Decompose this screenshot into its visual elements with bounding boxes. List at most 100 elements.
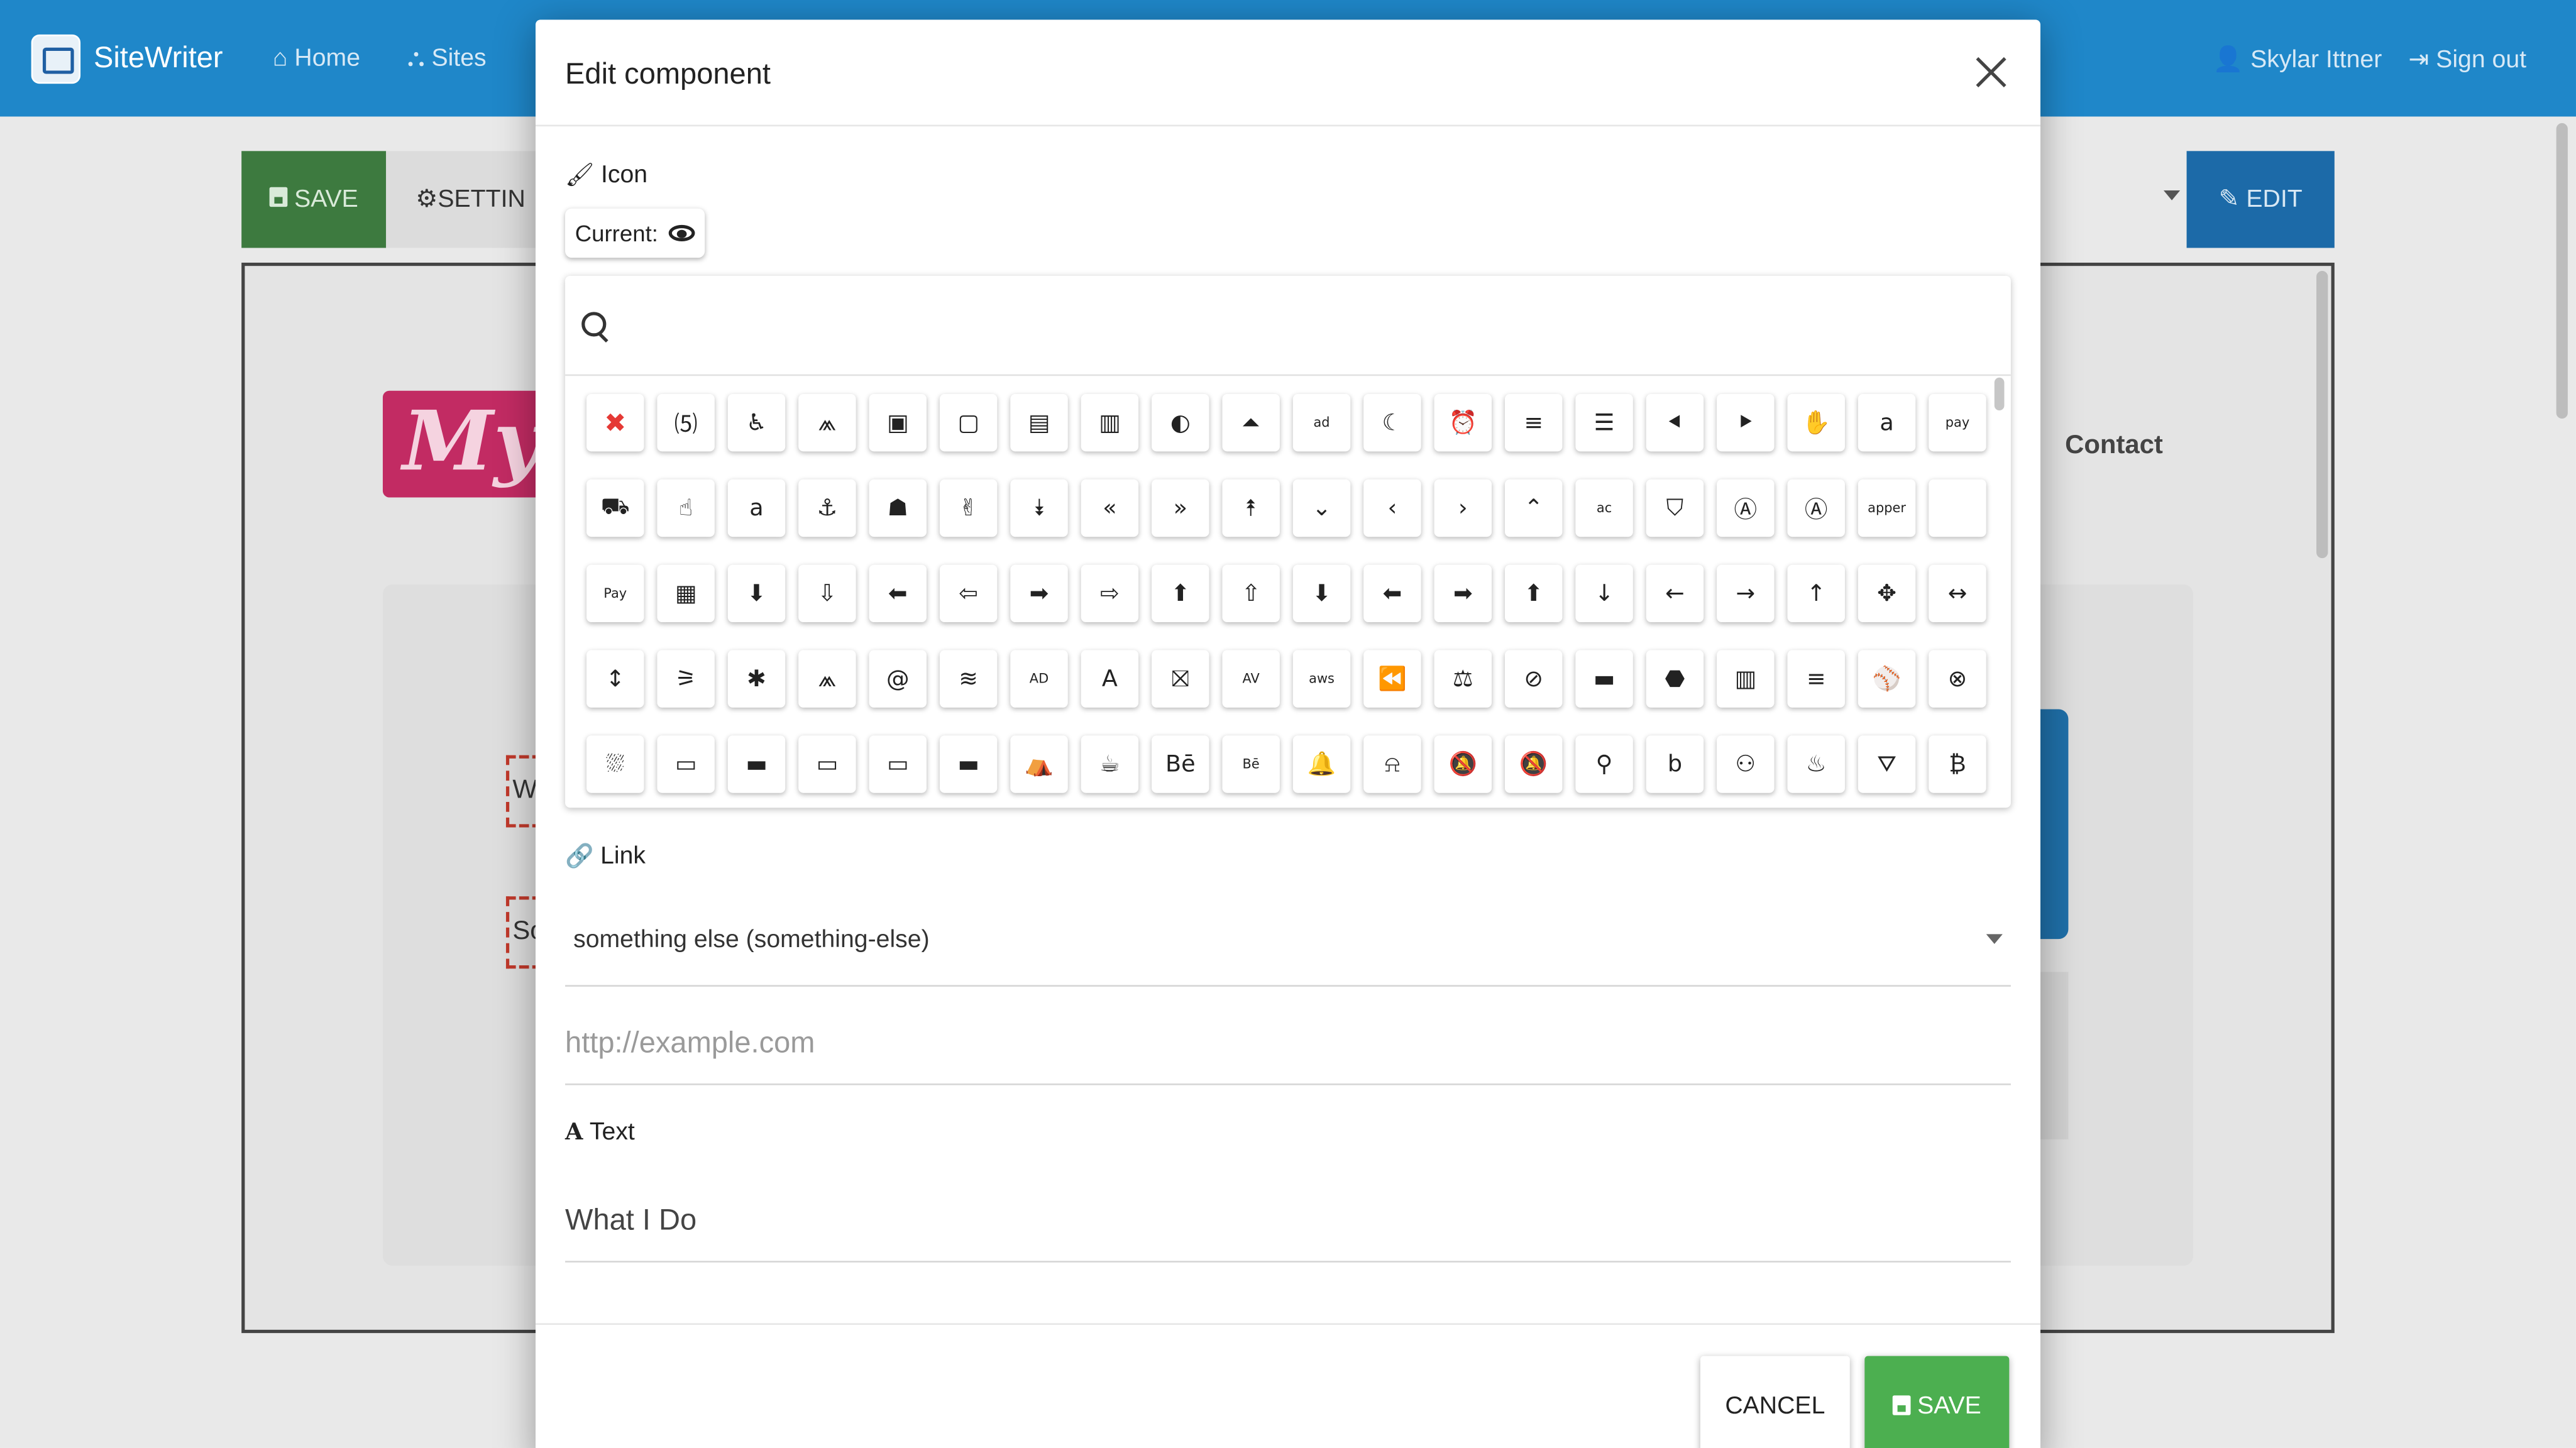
nav-signout-link[interactable]: ⇥ Sign out — [2408, 45, 2526, 74]
align-justify-icon[interactable]: ☰ — [1575, 393, 1633, 452]
battery-three-quarters-icon[interactable]: ▬ — [939, 735, 998, 793]
angrycreative-icon[interactable]: ac — [1575, 479, 1633, 537]
allergies-icon[interactable]: ✋ — [1787, 393, 1845, 452]
bitcoin-icon[interactable]: ₿ — [1929, 735, 1986, 793]
beer-icon[interactable]: ☕ — [1081, 735, 1139, 793]
arrow-alt-circle-right-icon[interactable]: ➡ — [1010, 564, 1068, 623]
barcode-icon[interactable]: ▥ — [1717, 650, 1775, 708]
accusoft-icon[interactable]: ⩕ — [798, 393, 856, 452]
asymmetrik-icon[interactable]: ⩕ — [798, 650, 856, 708]
arrows-alt-v-icon[interactable]: ↕ — [586, 650, 644, 708]
arrows-alt-icon[interactable]: ✥ — [1858, 564, 1916, 623]
address-book-icon[interactable]: ▣ — [869, 393, 927, 452]
bicycle-icon[interactable]: ⚲ — [1575, 735, 1633, 793]
battery-empty-icon[interactable]: ▭ — [657, 735, 715, 793]
angle-double-right-icon[interactable]: » — [1152, 479, 1209, 537]
arrow-alt-circle-left-outline-icon[interactable]: ⇦ — [939, 564, 998, 623]
editor-save-button[interactable]: SAVE — [241, 151, 387, 248]
autoprefixer-icon[interactable]: A — [1081, 650, 1139, 708]
asterisk-icon[interactable]: ✱ — [727, 650, 786, 708]
bars-icon[interactable]: ≡ — [1787, 650, 1845, 708]
500px-icon[interactable]: ⑸ — [657, 393, 715, 452]
bell-icon[interactable]: 🔔 — [1292, 735, 1351, 793]
bell-slash-icon[interactable]: 🔕 — [1434, 735, 1492, 793]
address-book-outline-icon[interactable]: ▢ — [939, 393, 998, 452]
icon-picker-scrollbar[interactable] — [1994, 377, 2005, 411]
audible-icon[interactable]: ≋ — [939, 650, 998, 708]
behance-icon[interactable]: Bē — [1152, 735, 1209, 793]
address-card-icon[interactable]: ▤ — [1010, 393, 1068, 452]
editor-edit-button[interactable]: ✎ EDIT — [2186, 151, 2335, 248]
nav-user-link[interactable]: 👤 Skylar Ittner — [2213, 45, 2382, 74]
angle-double-down-icon[interactable]: ⯯ — [1010, 479, 1068, 537]
icon-search-input[interactable] — [620, 302, 1975, 352]
cancel-button[interactable]: CANCEL — [1700, 1356, 1850, 1448]
angle-double-up-icon[interactable]: ⯭ — [1222, 479, 1280, 537]
birthday-cake-icon[interactable]: ♨ — [1787, 735, 1845, 793]
none-x-icon[interactable]: ✖ — [586, 393, 644, 452]
editor-settings-button[interactable]: ⚙SETTIN — [386, 151, 551, 248]
app-store-icon[interactable]: Ⓐ — [1717, 479, 1775, 537]
close-icon[interactable] — [1971, 53, 2011, 92]
amazon-icon[interactable]: a — [1858, 393, 1916, 452]
backward-icon[interactable]: ⏪ — [1363, 650, 1421, 708]
affiliatetheme-icon[interactable]: ☾ — [1363, 393, 1421, 452]
arrows-alt-h-icon[interactable]: ↔ — [1929, 564, 1986, 623]
app-store-ios-icon[interactable]: Ⓐ — [1787, 479, 1845, 537]
arrow-alt-circle-left-icon[interactable]: ⬅ — [869, 564, 927, 623]
angle-right-icon[interactable]: › — [1434, 479, 1492, 537]
arrow-alt-circle-down-icon[interactable]: ⬇ — [727, 564, 786, 623]
amazon-pay-icon[interactable]: pay — [1929, 393, 1986, 452]
address-card-outline-icon[interactable]: ▥ — [1081, 393, 1139, 452]
align-right-icon[interactable]: ⯈ — [1717, 393, 1775, 452]
angle-up-icon[interactable]: ⌃ — [1504, 479, 1563, 537]
basketball-ball-icon[interactable]: ⊗ — [1929, 650, 1986, 708]
aviato-icon[interactable]: AV — [1222, 650, 1280, 708]
american-sign-language-icon[interactable]: ☝ — [657, 479, 715, 537]
arrow-down-icon[interactable]: ↓ — [1575, 564, 1633, 623]
apple-icon[interactable] — [1929, 479, 1986, 537]
align-left-icon[interactable]: ⯇ — [1646, 393, 1704, 452]
bandcamp-icon[interactable]: ⬣ — [1646, 650, 1704, 708]
angle-double-left-icon[interactable]: « — [1081, 479, 1139, 537]
bath-icon[interactable]: ⛆ — [586, 735, 644, 793]
bell-outline-icon[interactable]: ⍾ — [1363, 735, 1421, 793]
apple-pay-icon[interactable]: Pay — [586, 564, 644, 623]
archive-icon[interactable]: ▦ — [657, 564, 715, 623]
audio-description-icon[interactable]: AD — [1010, 650, 1068, 708]
arrow-circle-down-icon[interactable]: ⬇ — [1292, 564, 1351, 623]
behance-square-icon[interactable]: Bē — [1222, 735, 1280, 793]
arrow-left-icon[interactable]: ← — [1646, 564, 1704, 623]
sitewriter-logo-icon[interactable] — [31, 34, 81, 84]
baseball-ball-icon[interactable]: ⚾ — [1858, 650, 1916, 708]
angular-icon[interactable]: ⛉ — [1646, 479, 1704, 537]
ban-icon[interactable]: ⊘ — [1504, 650, 1563, 708]
preview-scrollbar[interactable] — [2316, 271, 2328, 559]
arrow-alt-circle-right-outline-icon[interactable]: ⇨ — [1081, 564, 1139, 623]
battery-full-icon[interactable]: ▬ — [727, 735, 786, 793]
battery-half-icon[interactable]: ▭ — [798, 735, 856, 793]
band-aid-icon[interactable]: ▬ — [1575, 650, 1633, 708]
anchor-icon[interactable]: ⚓ — [798, 479, 856, 537]
accessible-icon[interactable]: ♿ — [727, 393, 786, 452]
arrow-alt-circle-up-outline-icon[interactable]: ⇧ — [1222, 564, 1280, 623]
adversal-icon[interactable]: ad — [1292, 393, 1351, 452]
balance-scale-icon[interactable]: ⚖ — [1434, 650, 1492, 708]
alarm-clock-icon[interactable]: ⏰ — [1434, 393, 1492, 452]
brand-name[interactable]: SiteWriter — [94, 41, 223, 75]
arrow-alt-circle-up-icon[interactable]: ⬆ — [1152, 564, 1209, 623]
aws-icon[interactable]: aws — [1292, 650, 1351, 708]
page-scrollbar[interactable] — [2556, 123, 2568, 419]
apper-icon[interactable]: apper — [1858, 479, 1916, 537]
bell-slash-outline-icon[interactable]: 🔕 — [1504, 735, 1563, 793]
save-button[interactable]: SAVE — [1864, 1356, 2010, 1448]
bitbucket-icon[interactable]: ⛛ — [1858, 735, 1916, 793]
page-select-caret-icon[interactable] — [2163, 190, 2181, 200]
angle-down-icon[interactable]: ⌄ — [1292, 479, 1351, 537]
arrow-circle-left-icon[interactable]: ⬅ — [1363, 564, 1421, 623]
avianex-icon[interactable]: ⛝ — [1152, 650, 1209, 708]
binoculars-icon[interactable]: ⚇ — [1717, 735, 1775, 793]
adjust-icon[interactable]: ◐ — [1152, 393, 1209, 452]
nav-sites-link[interactable]: ⛬ Sites — [407, 45, 487, 72]
arrow-up-icon[interactable]: ↑ — [1787, 564, 1845, 623]
